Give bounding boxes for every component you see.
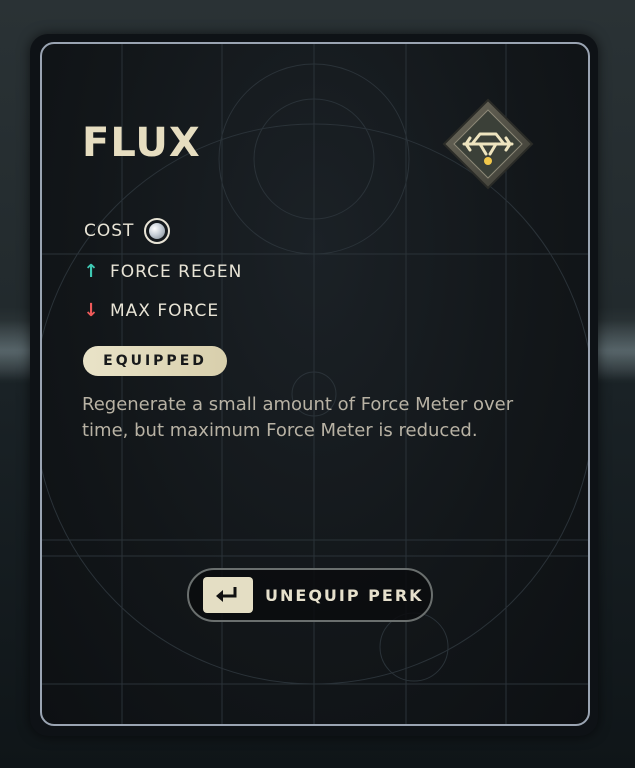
flux-rune-icon [442,98,534,190]
equipped-badge: EQUIPPED [83,346,227,376]
force-orb-icon [144,218,171,244]
enter-key-icon [203,577,253,613]
perk-card: FLUX COST ↑ FORCE REGEN ↓ MAX FORCE EQUI… [40,42,590,726]
stat-force-regen: ↑ FORCE REGEN [82,262,242,282]
perk-title: FLUX [82,120,201,166]
cost-row: COST [84,218,171,244]
stat-label: MAX FORCE [110,301,220,321]
perk-description: Regenerate a small amount of Force Meter… [82,394,514,441]
stat-max-force: ↓ MAX FORCE [82,301,219,321]
stat-label: FORCE REGEN [110,262,243,282]
cost-label: COST [84,221,135,241]
unequip-perk-button[interactable]: UNEQUIP PERK [187,568,433,622]
arrow-up-icon: ↑ [83,261,99,282]
unequip-perk-label: UNEQUIP PERK [265,585,424,605]
arrow-down-icon: ↓ [83,300,99,321]
